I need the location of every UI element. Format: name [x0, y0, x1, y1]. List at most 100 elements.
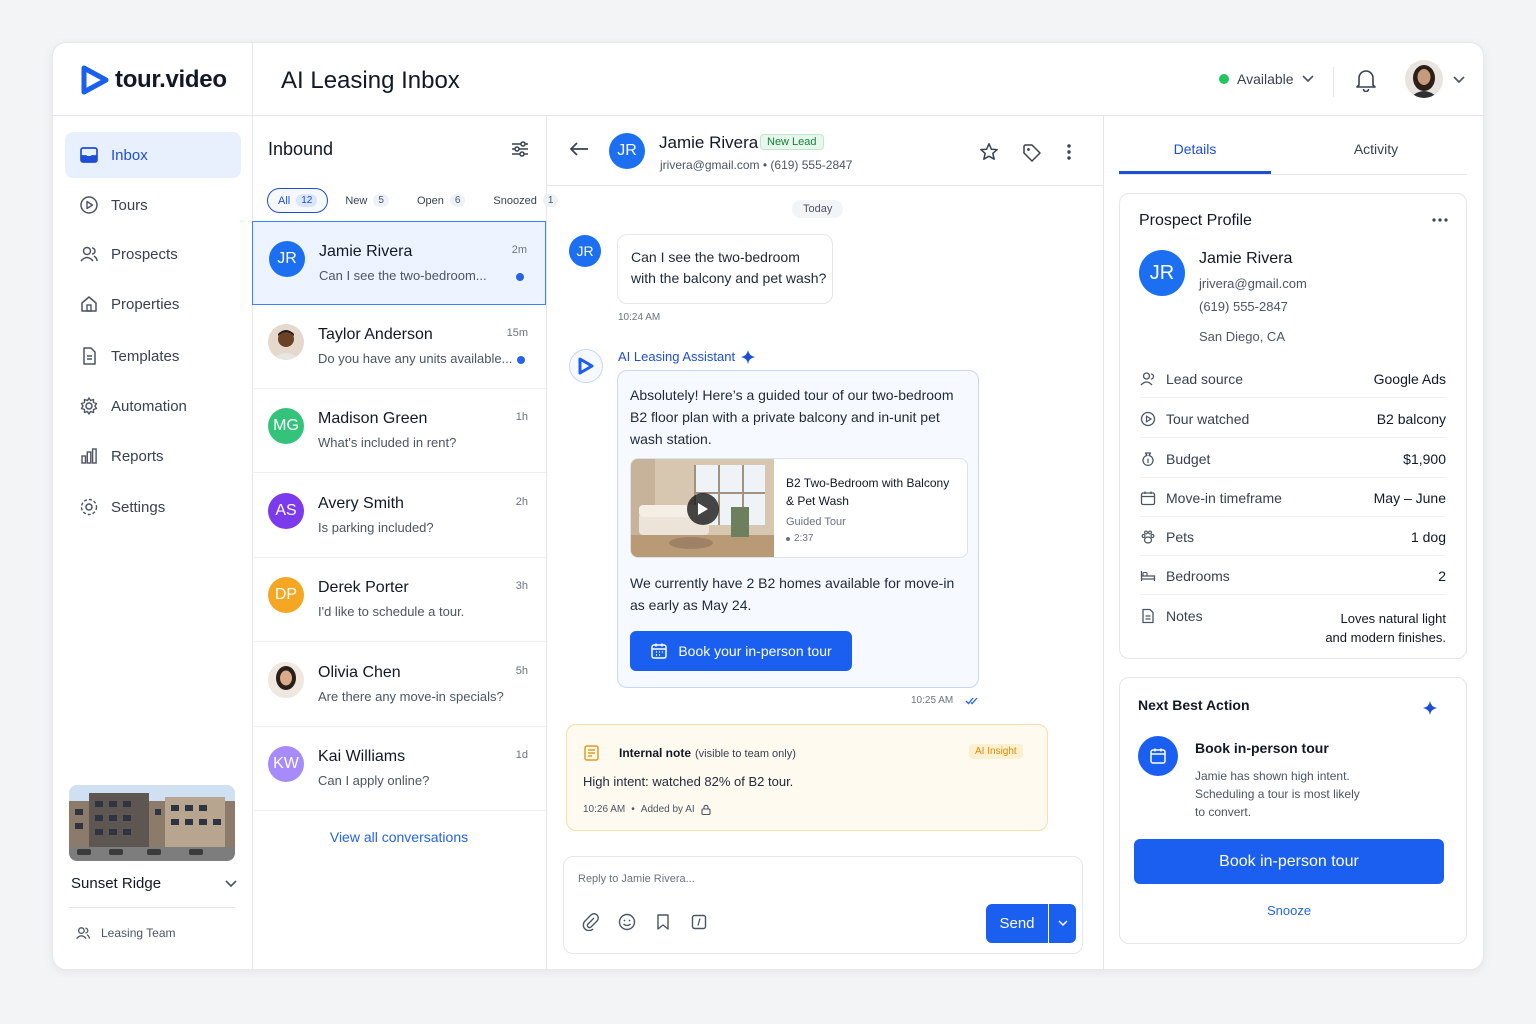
- message-line: with the balcony and pet wash?: [631, 270, 827, 286]
- calendar-icon: [1150, 748, 1166, 764]
- property-name: Sunset Ridge: [71, 875, 162, 892]
- more-horizontal-icon: [1432, 218, 1448, 222]
- sidebar-item-reports[interactable]: Reports: [65, 433, 241, 479]
- tour-video-card[interactable]: B2 Two-Bedroom with Balcony & Pet Wash G…: [630, 458, 968, 558]
- sidebar-item-settings[interactable]: Settings: [65, 484, 241, 530]
- conversation-item[interactable]: AS Avery Smith Is parking included? 2h: [252, 474, 546, 558]
- sidebar-item-prospects[interactable]: Prospects: [65, 231, 241, 277]
- bar-chart-icon: [81, 448, 97, 464]
- filter-open[interactable]: Open 6: [406, 188, 476, 213]
- home-icon: [81, 296, 97, 312]
- star-icon: [980, 143, 998, 160]
- note-icon: [583, 744, 601, 762]
- availability-status[interactable]: Available: [1219, 71, 1314, 87]
- sidebar-item-inbox[interactable]: Inbox: [65, 132, 241, 178]
- emoji-icon[interactable]: [618, 913, 636, 931]
- filter-new[interactable]: New 5: [334, 188, 400, 213]
- paperclip-icon[interactable]: [582, 913, 600, 931]
- filter-all[interactable]: All 12: [267, 188, 329, 213]
- more-options-button[interactable]: [1066, 143, 1072, 161]
- double-check-icon: [965, 697, 978, 705]
- sidebar-item-label: Automation: [111, 397, 187, 415]
- user-icon: [1140, 371, 1155, 385]
- brand-logo[interactable]: tour.video: [81, 65, 227, 95]
- gear-icon: [80, 397, 98, 415]
- send-button[interactable]: Send: [986, 904, 1048, 943]
- property-selector[interactable]: Sunset Ridge: [71, 875, 237, 892]
- chevron-down-icon: [1453, 76, 1465, 84]
- tour-type: Guided Tour: [786, 516, 846, 528]
- conversation-item[interactable]: JR Jamie Rivera Can I see the two-bedroo…: [252, 221, 546, 305]
- conversation-item[interactable]: MG Madison Green What's included in rent…: [252, 389, 546, 473]
- conversation-preview: What's included in rent?: [318, 435, 457, 450]
- star-button[interactable]: [979, 142, 999, 162]
- conversation-preview: Can I see the two-bedroom...: [319, 268, 487, 283]
- command-icon[interactable]: [690, 913, 708, 931]
- filter-label: All: [278, 194, 291, 207]
- sidebar-item-automation[interactable]: Automation: [65, 383, 241, 429]
- back-button[interactable]: [569, 141, 589, 157]
- filter-label: New: [345, 194, 368, 207]
- sidebar-item-templates[interactable]: Templates: [65, 333, 241, 379]
- composer-tools: [582, 913, 708, 931]
- nba-description-line: to convert.: [1195, 805, 1252, 819]
- filter-settings-button[interactable]: [511, 140, 529, 158]
- page-title: AI Leasing Inbox: [281, 67, 460, 94]
- detail-row-budget: Budget $1,900: [1140, 440, 1446, 478]
- lead-badge: New Lead: [760, 134, 824, 150]
- profile-more-button[interactable]: [1432, 218, 1448, 222]
- list-divider: [546, 115, 547, 969]
- lock-icon: [701, 804, 711, 815]
- user-avatar[interactable]: [1405, 60, 1443, 98]
- conversation-item[interactable]: Taylor Anderson Do you have any units av…: [252, 305, 546, 389]
- tab-details[interactable]: Details: [1119, 141, 1271, 157]
- conversation-time: 1d: [515, 749, 528, 761]
- conversation-item[interactable]: KW Kai Williams Can I apply online? 1d: [252, 727, 546, 811]
- reply-input[interactable]: Reply to Jamie Rivera...: [578, 873, 938, 885]
- send-options-button[interactable]: [1049, 904, 1076, 943]
- conversation-time: 2h: [515, 496, 528, 508]
- header-divider: [1333, 67, 1334, 97]
- conversation-preview: Can I apply online?: [318, 773, 430, 788]
- conversation-preview: Are there any move-in specials?: [318, 689, 504, 704]
- tag-button[interactable]: [1022, 143, 1042, 163]
- book-in-person-tour-button[interactable]: Book in-person tour: [1134, 839, 1444, 884]
- filter-count: 1: [542, 194, 559, 207]
- sidebar-item-tours[interactable]: Tours: [65, 182, 241, 228]
- sparkle-icon: [1423, 701, 1437, 715]
- user-menu-button[interactable]: [1453, 76, 1465, 84]
- conversation-item[interactable]: DP Derek Porter I'd like to schedule a t…: [252, 558, 546, 642]
- conversation-name: Madison Green: [318, 410, 428, 427]
- detail-value: 1 dog: [1410, 528, 1446, 545]
- conversation-time: 2m: [511, 244, 527, 256]
- tour-title: B2 Two-Bedroom with Balcony: [786, 476, 950, 490]
- tag-icon: [1023, 144, 1041, 162]
- snooze-link[interactable]: Snooze: [1134, 903, 1444, 918]
- avatar: [268, 662, 304, 698]
- nba-description-line: Jamie has shown high intent.: [1195, 769, 1350, 783]
- notifications-button[interactable]: [1355, 68, 1377, 92]
- conversation-time: 3h: [515, 580, 528, 592]
- team-switcher[interactable]: Leasing Team: [75, 925, 176, 941]
- settings-icon: [80, 498, 98, 516]
- inbound-title: Inbound: [268, 139, 334, 159]
- note-header: Internal note (visible to team only): [619, 746, 796, 760]
- tab-activity[interactable]: Activity: [1301, 141, 1451, 157]
- book-tour-button[interactable]: Book your in-person tour: [630, 631, 852, 671]
- sidebar-item-properties[interactable]: Properties: [65, 281, 241, 327]
- view-all-link[interactable]: View all conversations: [252, 829, 546, 845]
- bookmark-icon[interactable]: [654, 913, 672, 931]
- detail-label: Bedrooms: [1166, 567, 1230, 584]
- app-window: tour.video AI Leasing Inbox Available In…: [52, 42, 1484, 970]
- conversation-item[interactable]: Olivia Chen Are there any move-in specia…: [252, 643, 546, 727]
- user-photo: [1410, 65, 1438, 98]
- detail-row-pets: Pets 1 dog: [1140, 518, 1446, 556]
- conversation-preview: Do you have any units available...: [318, 351, 513, 366]
- profile-location: San Diego, CA: [1199, 329, 1285, 344]
- filter-count: 5: [373, 194, 389, 207]
- detail-label: Lead source: [1166, 370, 1244, 387]
- play-video-button[interactable]: [687, 493, 719, 525]
- note-visibility: (visible to team only): [695, 748, 796, 760]
- document-icon: [83, 347, 96, 365]
- filter-snoozed[interactable]: Snoozed 1: [482, 188, 569, 213]
